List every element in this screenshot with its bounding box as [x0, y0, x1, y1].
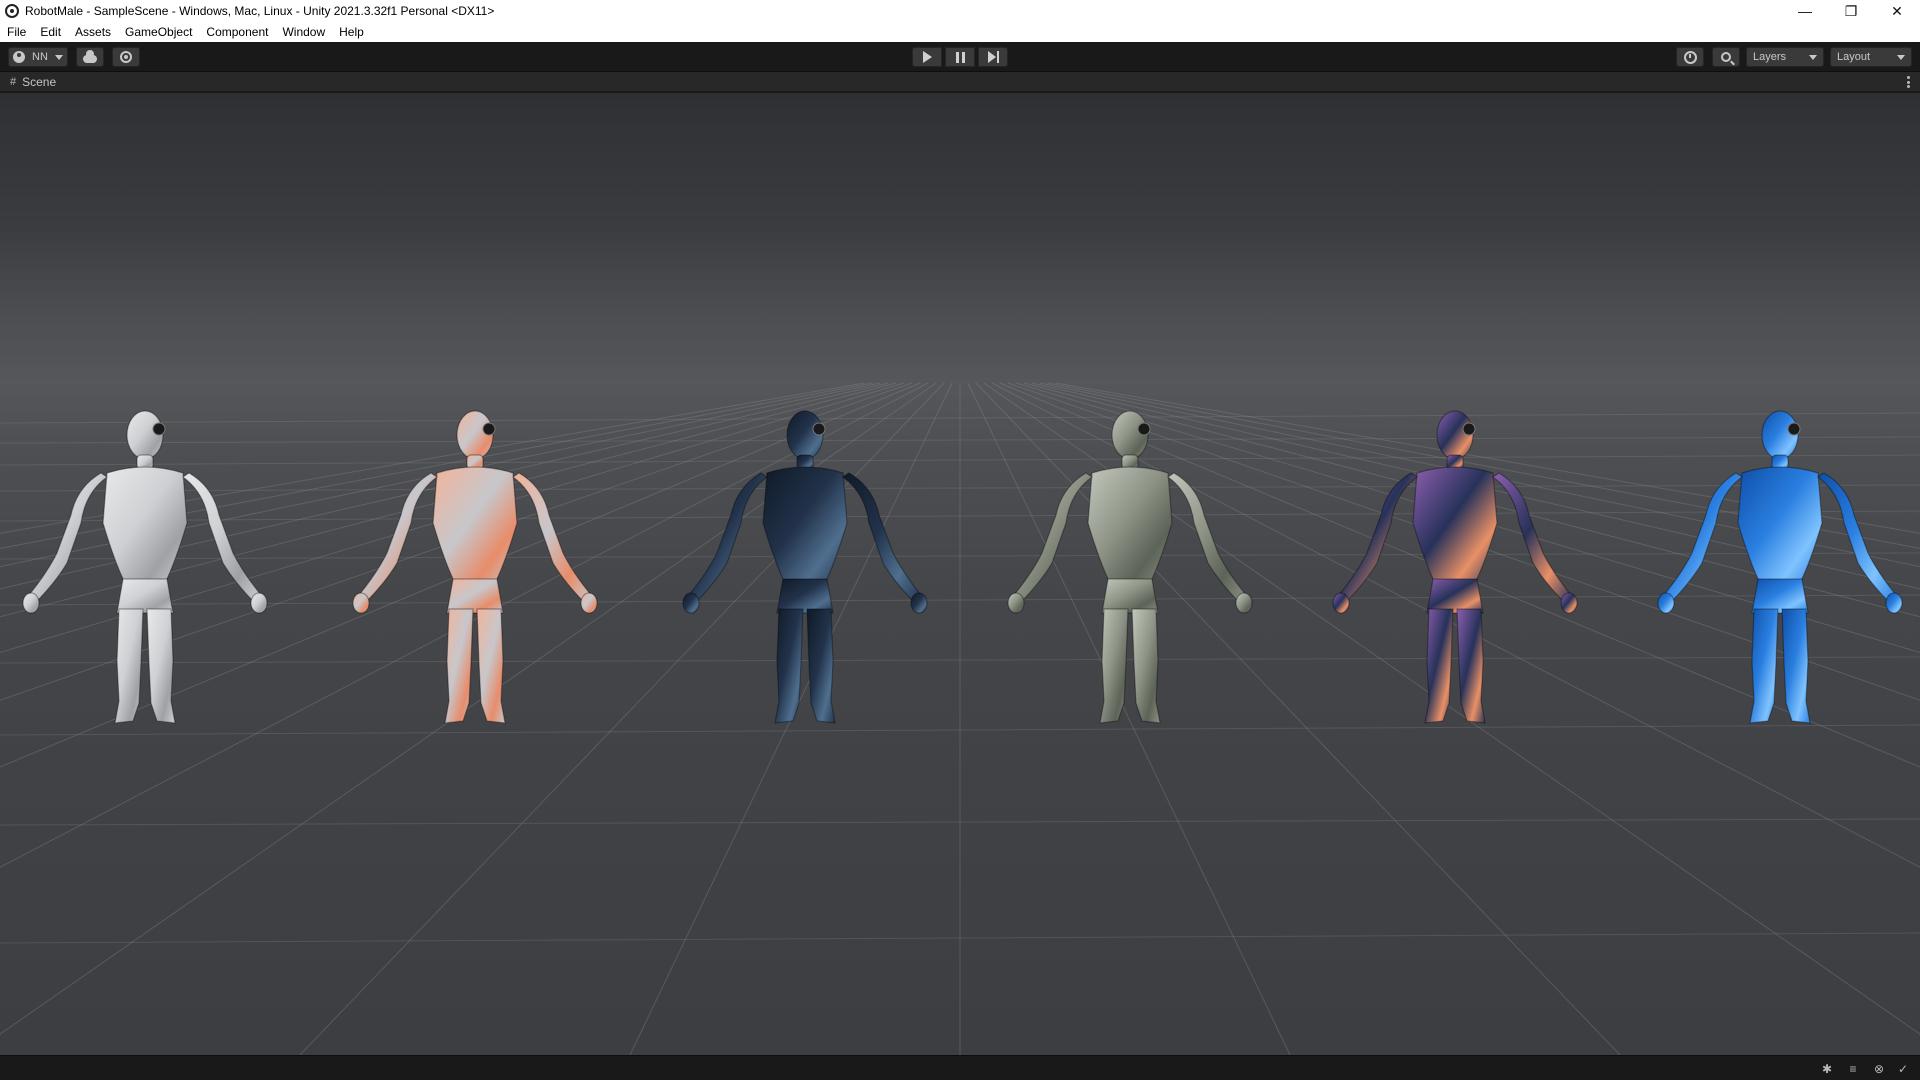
play-button[interactable] — [912, 47, 942, 67]
robot-figure-water[interactable] — [1650, 403, 1910, 733]
play-icon — [922, 51, 932, 63]
scene-grid — [0, 382, 1920, 1055]
menu-component[interactable]: Component — [199, 22, 275, 42]
main-toolbar: NN Layers Layout — [0, 42, 1920, 72]
network-icon[interactable]: ⊗ — [1872, 1062, 1886, 1076]
robot-figure-dark-marble[interactable] — [675, 403, 935, 733]
robot-figure-floral[interactable] — [345, 403, 605, 733]
scene-viewport[interactable] — [0, 93, 1920, 1055]
cloud-icon — [83, 50, 97, 63]
search-button[interactable] — [1712, 47, 1740, 67]
scene-tab-bar: # Scene — [0, 72, 1920, 92]
history-icon — [1683, 50, 1697, 64]
menu-bar: File Edit Assets GameObject Component Wi… — [0, 22, 1920, 42]
unity-logo-icon — [5, 4, 19, 18]
close-button[interactable]: ✕ — [1874, 0, 1920, 22]
account-label: NN — [32, 51, 48, 63]
robot-figure-silver[interactable] — [15, 403, 275, 733]
chevron-down-icon — [54, 54, 63, 60]
scene-hash-icon: # — [10, 75, 17, 88]
account-icon — [13, 51, 25, 63]
more-options-icon[interactable] — [1907, 76, 1910, 88]
menu-window[interactable]: Window — [275, 22, 332, 42]
menu-file[interactable]: File — [0, 22, 33, 42]
chevron-down-icon — [1809, 54, 1817, 60]
layers-stack-icon[interactable]: ≡ — [1846, 1062, 1860, 1076]
window-title-bar: RobotMale - SampleScene - Windows, Mac, … — [0, 0, 1920, 22]
layers-dropdown[interactable]: Layers — [1746, 47, 1824, 67]
status-ok-icon[interactable]: ✓ — [1896, 1062, 1910, 1076]
menu-gameobject[interactable]: GameObject — [118, 22, 199, 42]
menu-assets[interactable]: Assets — [68, 22, 118, 42]
account-dropdown[interactable]: NN — [8, 47, 68, 67]
cloud-button[interactable] — [76, 47, 104, 67]
robot-figure-nebula[interactable] — [1325, 403, 1585, 733]
robot-figure-camo[interactable] — [1000, 403, 1260, 733]
pause-icon — [955, 51, 965, 63]
step-icon — [987, 51, 999, 63]
collab-button[interactable] — [112, 47, 140, 67]
maximize-button[interactable]: ❐ — [1828, 0, 1874, 22]
minimize-button[interactable]: — — [1782, 0, 1828, 22]
collab-icon — [120, 51, 132, 63]
debug-icon[interactable]: ✱ — [1820, 1062, 1834, 1076]
search-icon — [1721, 52, 1731, 62]
layout-dropdown[interactable]: Layout — [1830, 47, 1912, 67]
layers-label: Layers — [1753, 51, 1787, 63]
menu-edit[interactable]: Edit — [33, 22, 68, 42]
step-button[interactable] — [978, 47, 1008, 67]
chevron-down-icon — [1897, 54, 1905, 60]
status-bar: ✱ ≡ ⊗ ✓ — [0, 1055, 1920, 1080]
layout-label: Layout — [1837, 51, 1871, 63]
menu-help[interactable]: Help — [332, 22, 371, 42]
undo-history-button[interactable] — [1676, 47, 1704, 67]
pause-button[interactable] — [945, 47, 975, 67]
window-title: RobotMale - SampleScene - Windows, Mac, … — [25, 4, 495, 18]
tab-scene[interactable]: Scene — [22, 75, 56, 89]
